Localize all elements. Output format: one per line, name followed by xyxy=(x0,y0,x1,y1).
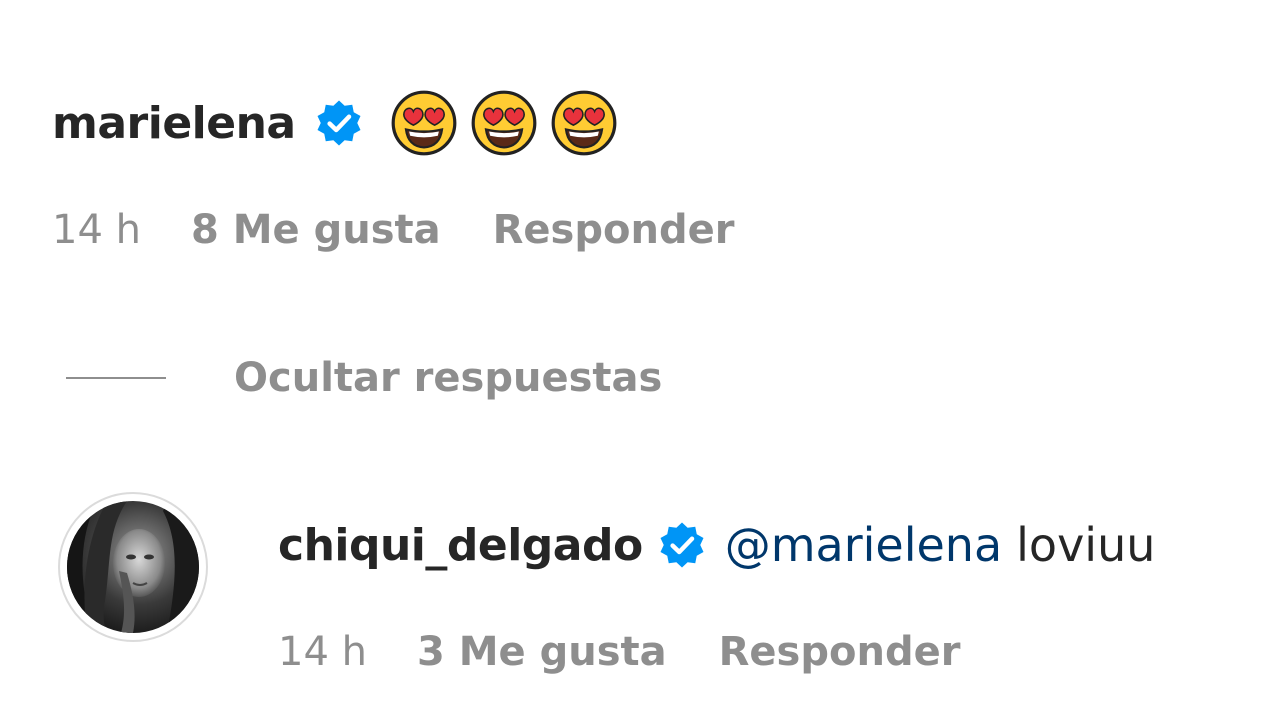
verified-badge-icon xyxy=(314,98,364,148)
comment-thread: marielena 14 h 8 Me gusta Responder Ocul… xyxy=(0,0,1280,720)
reply-likes-count[interactable]: 3 Me gusta xyxy=(417,629,667,675)
verified-badge-icon xyxy=(657,520,707,570)
reply-mention-link[interactable]: @marielena xyxy=(725,518,1002,572)
reply-header: chiqui_delgado @marielena loviuu xyxy=(278,510,1155,580)
heart-eyes-emoji-icon xyxy=(470,89,538,157)
comment-meta: 14 h 8 Me gusta Responder xyxy=(52,204,734,256)
comment-timestamp[interactable]: 14 h xyxy=(52,207,141,253)
reply-text: loviuu xyxy=(1016,518,1156,572)
hide-replies-label: Ocultar respuestas xyxy=(234,355,663,401)
reply-timestamp[interactable]: 14 h xyxy=(278,629,367,675)
reply-meta: 14 h 3 Me gusta Responder xyxy=(278,626,960,678)
avatar[interactable] xyxy=(58,492,208,642)
avatar-photo xyxy=(67,501,199,633)
comment-username[interactable]: marielena xyxy=(52,98,296,149)
reply-reply-button[interactable]: Responder xyxy=(719,629,961,675)
heart-eyes-emoji-icon xyxy=(390,89,458,157)
comment-likes-count[interactable]: 8 Me gusta xyxy=(191,207,441,253)
hide-replies-button[interactable]: Ocultar respuestas xyxy=(234,352,662,404)
heart-eyes-emoji-icon xyxy=(550,89,618,157)
replies-divider-line xyxy=(66,377,166,379)
comment-header: marielena xyxy=(52,88,630,158)
comment-reply-button[interactable]: Responder xyxy=(493,207,735,253)
reply-username[interactable]: chiqui_delgado xyxy=(278,520,643,571)
